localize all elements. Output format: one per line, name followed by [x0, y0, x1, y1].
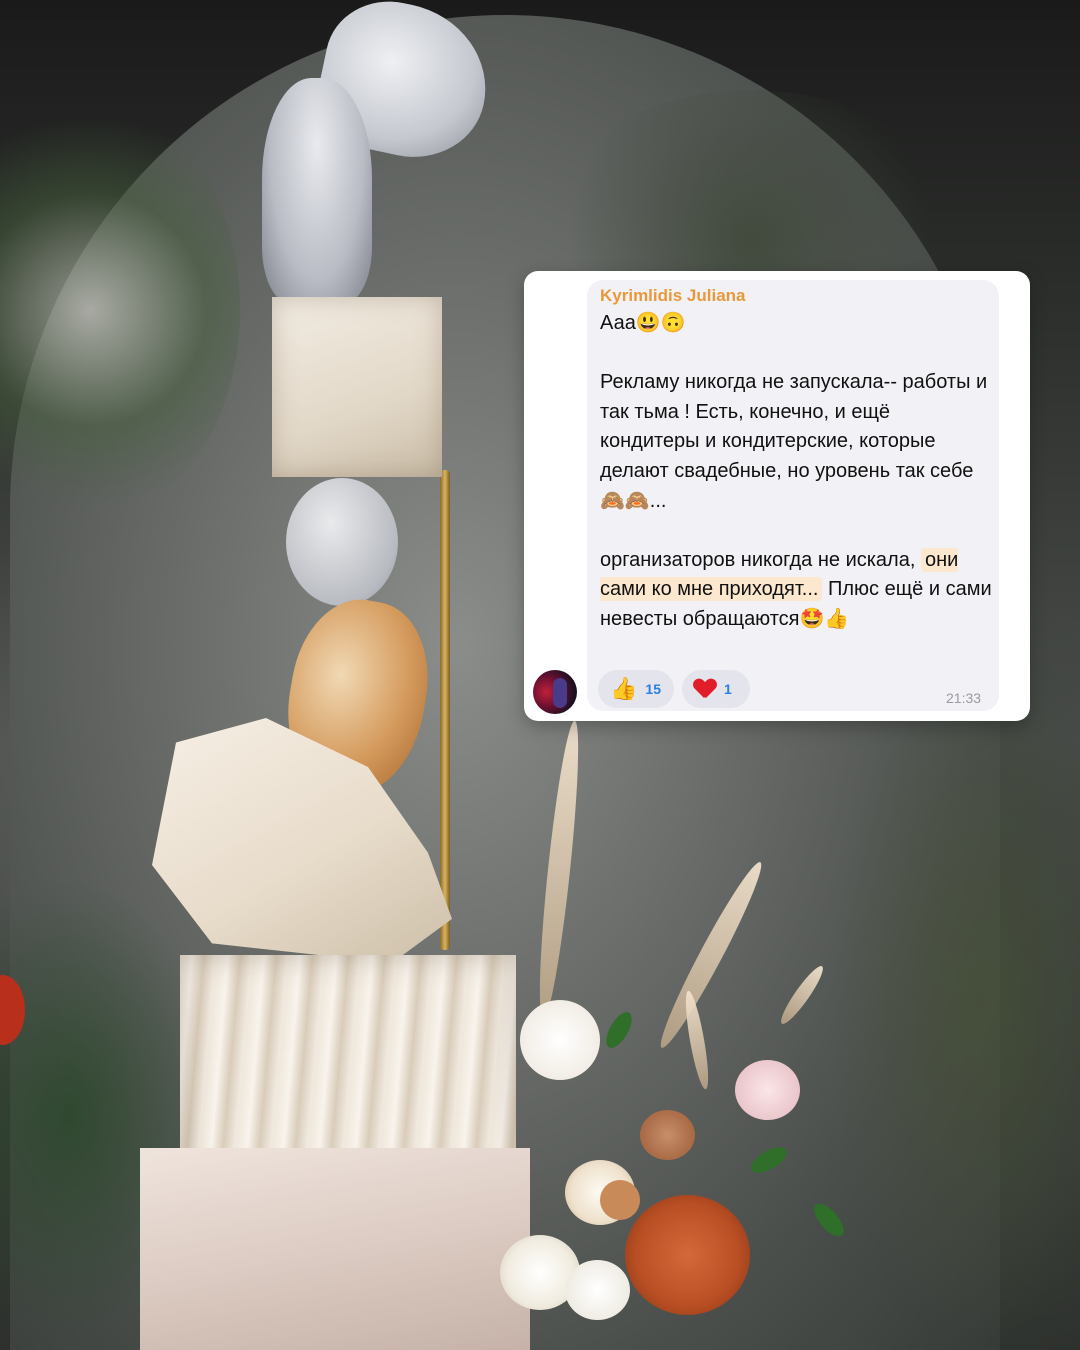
message-text: Ааа😃🙃 Рекламу никогда не запускала-- раб… [600, 309, 992, 635]
white-lily [520, 1000, 600, 1080]
reaction-count: 15 [645, 681, 661, 697]
message-timestamp: 21:33 [946, 690, 982, 706]
message-paragraph: организаторов никогда не искала, они сам… [600, 546, 992, 635]
pink-lisianthus [735, 1060, 800, 1120]
orange-anthurium [625, 1195, 750, 1315]
white-rose [565, 1260, 630, 1320]
cake-cube-tier [272, 297, 442, 477]
cake-base-tier [140, 1148, 530, 1350]
reaction-count: 1 [724, 681, 732, 697]
cake-grey-stone [286, 478, 398, 606]
reaction-thumbs-up[interactable]: 👍 15 [598, 670, 674, 708]
message-text-segment: организаторов никогда не искала, [600, 548, 916, 571]
sender-avatar[interactable] [533, 670, 577, 714]
caramel-rose [600, 1180, 640, 1220]
thumbs-up-icon: 👍 [610, 676, 638, 701]
gold-stand [440, 470, 450, 950]
caramel-rose [640, 1110, 695, 1160]
sender-name[interactable]: Kyrimlidis Juliana [600, 286, 746, 306]
reaction-heart[interactable]: 1 [682, 670, 750, 708]
message-paragraph: Рекламу никогда не запускала-- работы и … [600, 371, 988, 512]
message-line: Ааа😃🙃 [600, 312, 686, 334]
heart-icon [694, 679, 716, 699]
sculpture-bust [262, 78, 372, 303]
